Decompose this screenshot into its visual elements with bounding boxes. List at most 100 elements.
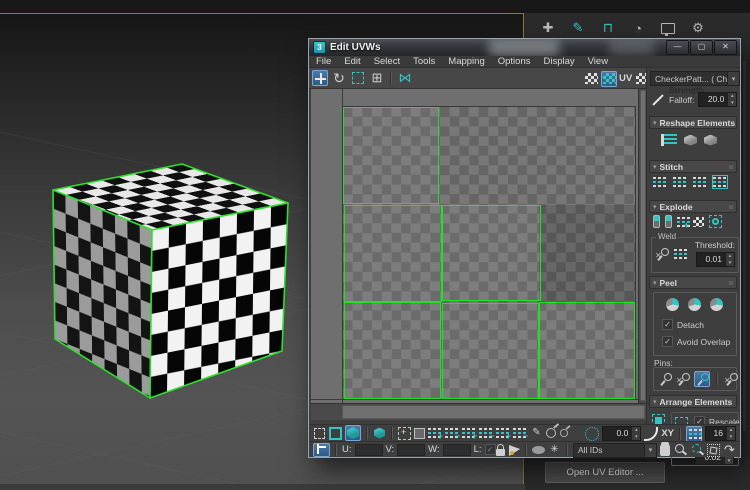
explode-options-icon[interactable] [709,215,722,228]
show-pins-toggle[interactable] [694,371,710,387]
shrink-selection-button[interactable] [414,428,425,439]
u-coordinate-field[interactable] [355,444,383,456]
uv-shell[interactable] [442,303,539,399]
falloff-curve-icon[interactable] [644,427,658,441]
filter-faces-icon[interactable] [509,445,520,456]
target-weld-icon[interactable] [674,248,685,260]
quick-peel-icon[interactable] [666,298,679,311]
uv-shell[interactable] [442,205,541,301]
uv-shell[interactable] [539,302,635,399]
stitch-selected-icon[interactable] [713,176,727,188]
canvas-horizontal-scrollbar[interactable] [311,403,646,420]
align-tool-icon[interactable] [704,135,717,146]
threshold-value[interactable]: 0.01 [697,253,725,266]
menu-options[interactable]: Options [498,56,531,67]
angle-value[interactable]: 0.0 [603,427,631,440]
pan-hand-icon[interactable] [660,444,670,456]
straighten-tool-icon[interactable] [684,135,697,146]
select-element-toggle[interactable] [373,427,386,440]
select-column-button[interactable]: − [513,427,527,439]
show-map-toggle[interactable] [583,71,599,87]
peel-mode-icon[interactable] [688,298,701,311]
modify-tab-pen-icon[interactable]: ✎ [569,19,587,37]
edge-subobject-button[interactable] [329,427,342,440]
zoom-region-icon[interactable] [690,443,704,457]
zoom-extents-icon[interactable] [707,444,720,457]
threshold-spinner[interactable]: 0.01 ▲▼ [696,252,735,267]
flatten-by-smoothing-icon[interactable] [665,215,672,228]
material-id-dropdown[interactable]: All IDs ▾ [573,443,657,458]
select-ring-grow-button[interactable]: + [462,427,476,439]
section-arrange-elements[interactable]: ▾ Arrange Elements [649,395,737,408]
motion-tab-icon[interactable]: ◔ [629,19,647,37]
uv-shell[interactable] [344,205,442,302]
show-map-active-toggle[interactable] [601,71,617,87]
scrollbar-thumb[interactable] [342,405,645,419]
section-stitch[interactable]: ▾ Stitch [649,160,737,173]
select-row-button[interactable]: + [496,427,510,439]
uv-shell[interactable] [343,107,439,204]
detach-checkbox[interactable]: ✓ [662,319,673,330]
freeze-icon[interactable]: ✳ [548,444,561,457]
maximize-button[interactable]: ▢ [690,40,713,55]
section-reshape-elements[interactable]: ▾ Reshape Elements [649,116,737,129]
scale-tool-button[interactable] [350,70,366,86]
unpin-all-icon[interactable]: ✕ [724,372,738,386]
break-tool-icon[interactable]: ✕ [655,247,669,261]
texture-picker-dropdown[interactable]: CheckerPatt... ( Checker ) ▾ [650,71,740,86]
v-coordinate-field[interactable] [397,444,425,456]
command-panel-scrollbar[interactable] [743,61,746,431]
grow-selection-button[interactable] [398,427,411,440]
relax-tool-icon[interactable] [661,134,677,146]
avoid-overlap-checkbox[interactable]: ✓ [662,336,673,347]
open-uv-editor-button[interactable]: Open UV Editor ... [545,462,665,483]
flatten-by-angle-icon[interactable] [653,215,660,228]
utilities-tab-gear-icon[interactable]: ⚙ [689,19,707,37]
paint-select-brush-button[interactable]: ✎ [530,427,543,440]
section-explode[interactable]: ▾ Explode [649,200,737,213]
unpin-tool-icon[interactable]: ✕ [676,372,690,386]
select-ring-shrink-button[interactable]: − [479,427,493,439]
absolute-coords-toggle[interactable] [313,443,330,457]
freeform-mode-button[interactable]: ⊞ [369,70,385,86]
section-peel[interactable]: ▾ Peel [649,276,737,289]
brush-size-up-button[interactable] [546,428,556,438]
display-tab-monitor-icon[interactable] [659,19,677,37]
uv-shell[interactable] [344,302,441,399]
hierarchy-tab-icon[interactable]: ⊓ [599,19,617,37]
pelt-map-icon[interactable] [710,298,723,311]
dialog-titlebar[interactable]: 3 Edit UVWs — ▢ ✕ [309,39,740,56]
grid-size-value[interactable]: 16 [706,427,726,440]
angle-spinner[interactable]: 0.0 ▲▼ [602,426,641,441]
grid-size-spinner[interactable]: 16 ▲▼ [705,426,736,441]
zoom-icon[interactable] [673,443,687,457]
menu-file[interactable]: File [316,56,331,67]
pin-tool-icon[interactable] [658,372,672,386]
stitch-to-source-icon[interactable] [693,176,707,188]
select-loop-shrink-button[interactable]: − [445,427,459,439]
falloff-value[interactable]: 20.0 [699,93,727,106]
falloff-spinner[interactable]: 20.0 ▲▼ [698,92,737,107]
flatten-by-material-icon[interactable]: + [677,216,688,228]
menu-select[interactable]: Select [374,56,400,67]
soft-selection-falloff-icon[interactable] [585,427,599,441]
select-loop-grow-button[interactable]: + [428,427,442,439]
uv-edit-canvas[interactable] [311,89,638,403]
brush-size-down-button[interactable] [560,429,568,437]
canvas-vertical-scrollbar[interactable] [638,89,646,403]
menu-mapping[interactable]: Mapping [448,56,484,67]
rotate-tool-button[interactable]: ↻ [331,70,347,86]
brush-stroke-icon[interactable] [652,94,663,105]
lock-aspect-checkbox[interactable]: ✓ [485,444,496,455]
stitch-to-target-icon[interactable] [673,176,687,188]
polygon-subobject-button-active[interactable] [345,425,361,441]
stitch-custom-icon[interactable] [653,176,667,188]
create-tab-plus-icon[interactable]: ✚ [539,19,557,37]
move-tool-button[interactable] [312,70,328,86]
menu-tools[interactable]: Tools [413,56,435,67]
w-coordinate-field[interactable] [443,444,471,456]
lock-selection-icon[interactable] [495,443,506,457]
menu-display[interactable]: Display [543,56,574,67]
xy-space-toggle[interactable]: XY [661,428,674,439]
vertex-subobject-button[interactable] [313,427,326,440]
